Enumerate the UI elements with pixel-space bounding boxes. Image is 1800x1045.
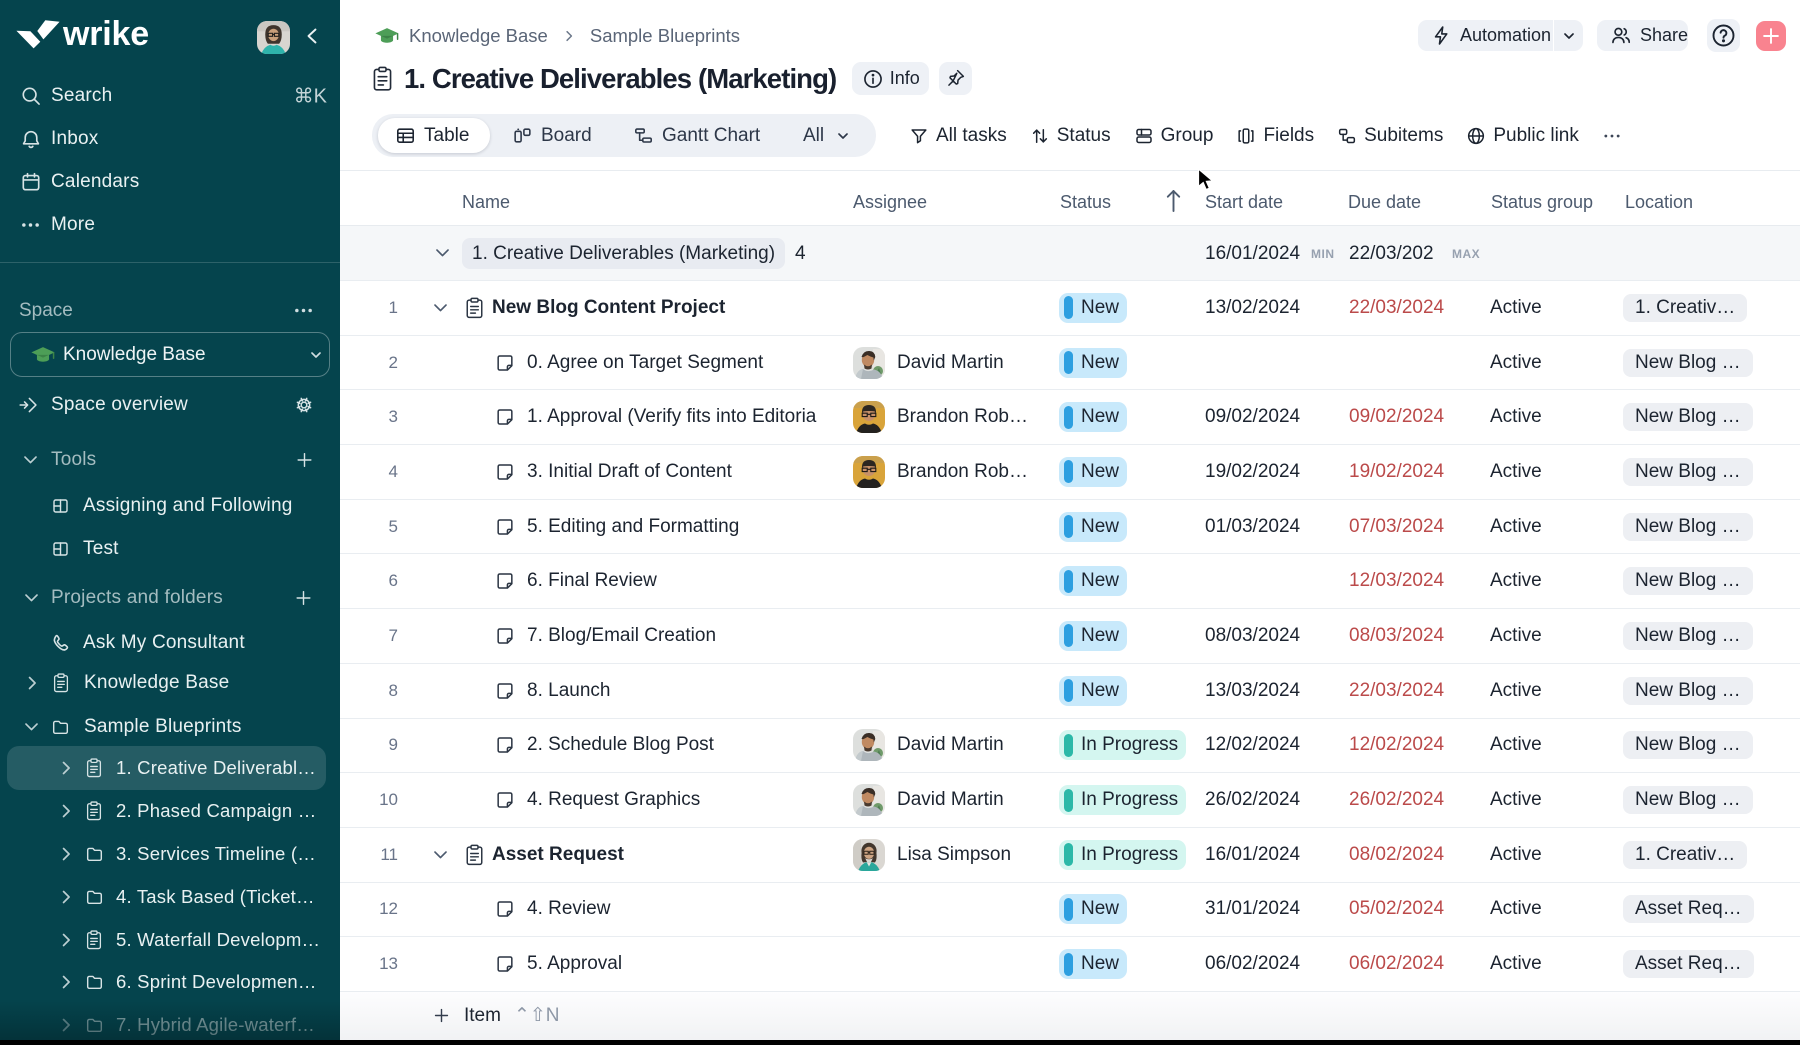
svg-text:wrike: wrike: [62, 15, 149, 52]
